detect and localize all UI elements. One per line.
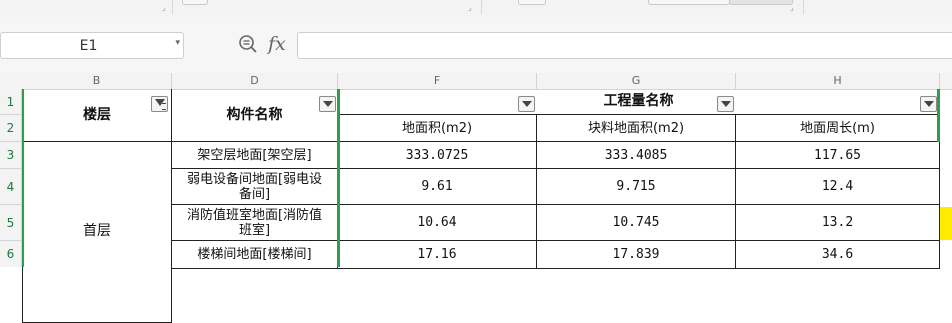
row-header-3[interactable]: 3 — [0, 142, 22, 169]
block-area-value: 17.839 — [612, 247, 660, 262]
component-header-cell[interactable]: 构件名称 — [172, 89, 338, 142]
block-area-value: 333.4085 — [604, 147, 668, 163]
area-cell[interactable]: 17.16 — [338, 241, 537, 269]
perimeter-cell[interactable]: 34.6 — [736, 241, 940, 269]
filter-dropdown-icon[interactable] — [518, 96, 535, 112]
formula-input[interactable] — [297, 32, 952, 59]
quantity-header-cell[interactable]: 工程量名称 — [338, 89, 940, 115]
selection-border — [22, 89, 24, 267]
area-value: 17.16 — [417, 247, 457, 262]
ribbon-control[interactable] — [648, 0, 730, 5]
block-area-header-label: 块料地面积(m2) — [587, 120, 685, 136]
ribbon-control[interactable] — [729, 0, 793, 5]
ribbon-group-launcher[interactable]: ⌟ — [468, 3, 472, 12]
cell-reference: E1 — [79, 38, 98, 54]
row-header-4[interactable]: 4 — [0, 169, 22, 205]
insert-function-button[interactable]: fx — [268, 33, 286, 55]
perimeter-value: 12.4 — [821, 179, 854, 194]
chevron-down-icon[interactable]: ▾ — [175, 38, 180, 48]
ribbon-strip: ⌟ ⌟ ⌟ — [0, 0, 952, 18]
ribbon-group-launcher[interactable]: ⌟ — [162, 3, 166, 12]
perimeter-value: 34.6 — [821, 247, 854, 262]
filter-dropdown-icon[interactable] — [319, 96, 336, 112]
component-name-cell[interactable]: 消防值班室地面[消防值班室] — [172, 205, 338, 241]
component-name-cell[interactable]: 弱电设备间地面[弱电设备间] — [172, 169, 338, 205]
perimeter-value: 13.2 — [821, 215, 854, 230]
component-name: 消防值班室地面[消防值班室] — [186, 207, 323, 238]
ribbon-divider — [172, 0, 173, 14]
column-header-next[interactable] — [940, 73, 952, 89]
perimeter-cell[interactable]: 117.65 — [736, 142, 940, 169]
formula-bar: E1 ▾ fx — [0, 17, 952, 73]
block-area-cell[interactable]: 17.839 — [537, 241, 736, 269]
component-header-label: 构件名称 — [226, 106, 283, 123]
ribbon-group-launcher[interactable]: ⌟ — [790, 3, 794, 12]
block-area-header-cell[interactable]: 块料地面积(m2) — [537, 115, 736, 142]
column-header-h[interactable]: H — [736, 73, 940, 89]
area-header-cell[interactable]: 地面积(m2) — [338, 115, 537, 142]
perimeter-header-label: 地面周长(m) — [800, 120, 875, 136]
row-header-1[interactable]: 1 — [0, 89, 22, 115]
block-area-value: 9.715 — [616, 179, 656, 194]
zoom-formula-icon[interactable] — [238, 34, 258, 54]
row-header-5[interactable]: 5 — [0, 205, 22, 241]
ribbon-control[interactable] — [518, 0, 546, 5]
floor-value-label: 首层 — [83, 223, 111, 239]
component-name: 楼梯间地面[楼梯间] — [197, 247, 312, 262]
highlighted-cell[interactable] — [940, 207, 952, 240]
block-area-value: 10.745 — [612, 215, 660, 230]
name-box[interactable]: E1 ▾ — [0, 32, 184, 59]
perimeter-cell[interactable]: 13.2 — [736, 205, 940, 241]
perimeter-cell[interactable]: 12.4 — [736, 169, 940, 205]
quantity-header-label: 工程量名称 — [603, 93, 674, 109]
column-header-f[interactable]: F — [338, 73, 537, 89]
area-value: 333.0725 — [405, 147, 469, 163]
ribbon-divider — [803, 0, 804, 14]
area-value: 10.64 — [417, 215, 457, 230]
ribbon-control[interactable] — [182, 0, 208, 5]
column-header-g[interactable]: G — [537, 73, 736, 89]
column-header-d[interactable]: D — [172, 73, 338, 89]
ribbon-divider — [481, 0, 482, 14]
row-header-2[interactable]: 2 — [0, 115, 22, 142]
area-value: 9.61 — [421, 179, 453, 194]
block-area-cell[interactable]: 9.715 — [537, 169, 736, 205]
area-cell[interactable]: 333.0725 — [338, 142, 537, 169]
area-header-label: 地面积(m2) — [401, 120, 473, 136]
block-area-cell[interactable]: 333.4085 — [537, 142, 736, 169]
component-name-cell[interactable]: 楼梯间地面[楼梯间] — [172, 241, 338, 269]
perimeter-value: 117.65 — [814, 147, 861, 163]
row-header-6[interactable]: 6 — [0, 241, 22, 267]
filter-dropdown-icon[interactable] — [717, 96, 734, 112]
perimeter-header-cell[interactable]: 地面周长(m) — [736, 115, 940, 142]
component-name: 架空层地面[架空层] — [197, 147, 312, 163]
selection-border — [937, 89, 940, 142]
component-name: 弱电设备间地面[弱电设备间] — [186, 171, 323, 202]
floor-header-cell[interactable]: 楼层 — [22, 89, 172, 142]
filter-active-icon[interactable] — [151, 96, 168, 112]
selection-border — [337, 89, 340, 267]
block-area-cell[interactable]: 10.745 — [537, 205, 736, 241]
filter-dropdown-icon[interactable] — [920, 96, 937, 112]
area-cell[interactable]: 9.61 — [338, 169, 537, 205]
floor-value-cell[interactable]: 首层 — [22, 142, 172, 323]
component-name-cell[interactable]: 架空层地面[架空层] — [172, 142, 338, 169]
floor-header-label: 楼层 — [83, 106, 111, 123]
column-header-bar: B D F G H — [0, 73, 952, 90]
column-header-b[interactable]: B — [22, 73, 172, 89]
area-cell[interactable]: 10.64 — [338, 205, 537, 241]
